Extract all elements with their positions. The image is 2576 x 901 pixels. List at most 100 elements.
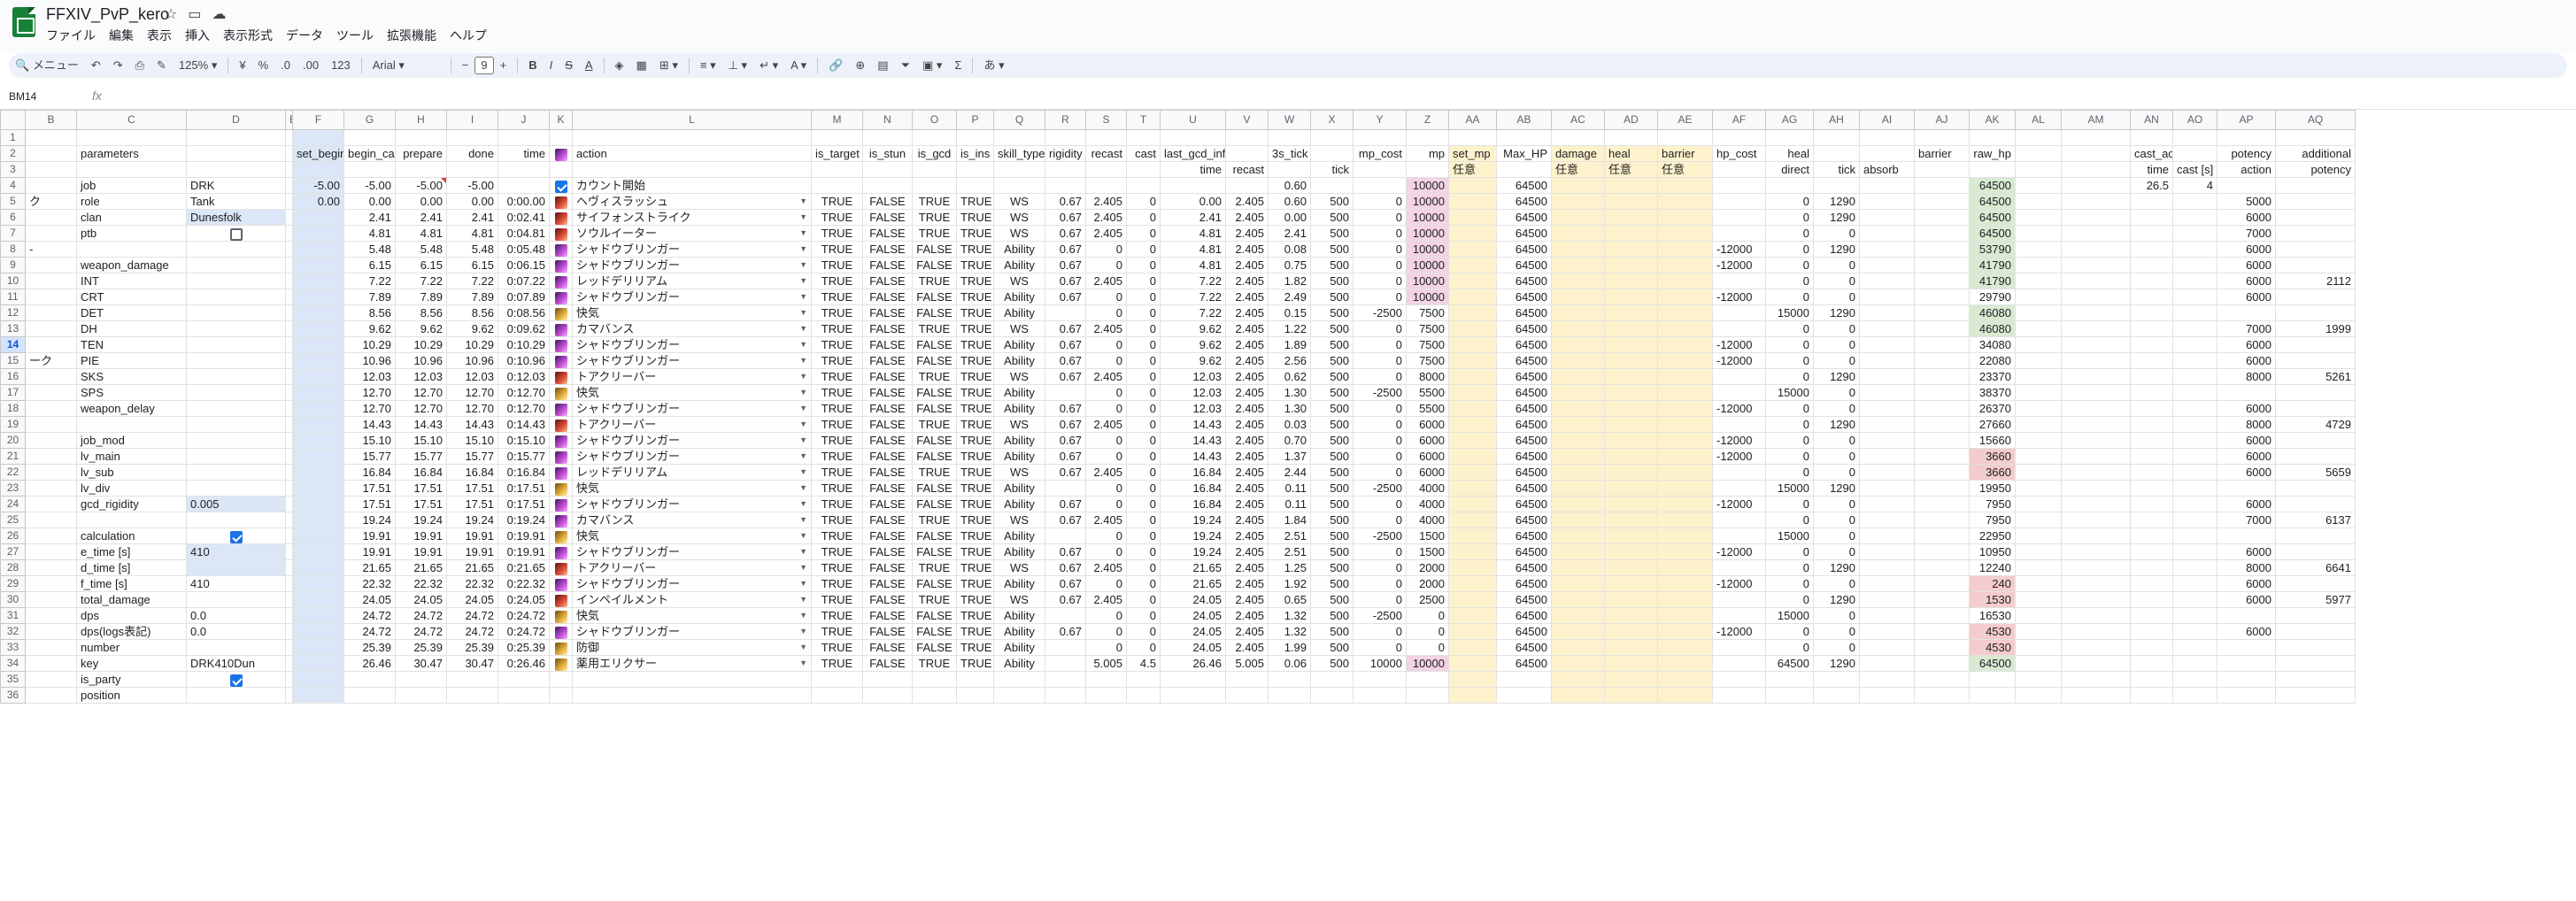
row-header-2[interactable]: 2 xyxy=(0,145,26,162)
cell-Q7[interactable]: WS xyxy=(993,225,1045,242)
paint-format-icon[interactable]: ✎ xyxy=(150,56,173,75)
cell-M28[interactable]: TRUE xyxy=(811,559,863,576)
cell-AD9[interactable] xyxy=(1604,257,1658,273)
cell-E32[interactable] xyxy=(285,623,293,640)
cell-O20[interactable]: FALSE xyxy=(912,432,957,449)
column-header-P[interactable]: P xyxy=(956,110,994,130)
row-header-26[interactable]: 26 xyxy=(0,528,26,544)
cell-AO27[interactable] xyxy=(2172,543,2217,560)
cell-AJ5[interactable] xyxy=(1914,193,1970,210)
cell-B6[interactable] xyxy=(25,209,77,226)
cell-AH2[interactable] xyxy=(1813,145,1860,162)
cell-U19[interactable]: 14.43 xyxy=(1160,416,1226,433)
cell-E24[interactable] xyxy=(285,496,293,512)
cell-AG2[interactable]: heal xyxy=(1765,145,1814,162)
cell-AM4[interactable] xyxy=(2061,177,2131,194)
cell-R32[interactable]: 0.67 xyxy=(1045,623,1086,640)
cell-J14[interactable]: 0:10.29 xyxy=(497,336,550,353)
cell-Z35[interactable] xyxy=(1406,671,1449,688)
cell-AM29[interactable] xyxy=(2061,575,2131,592)
cell-U15[interactable]: 9.62 xyxy=(1160,352,1226,369)
cell-AN5[interactable] xyxy=(2130,193,2173,210)
cell-AG29[interactable]: 0 xyxy=(1765,575,1814,592)
cell-AK23[interactable]: 19950 xyxy=(1969,480,2016,497)
chevron-down-icon[interactable]: ▼ xyxy=(799,513,807,528)
cell-K17[interactable] xyxy=(549,384,573,401)
cell-AL28[interactable] xyxy=(2015,559,2062,576)
cell-AE25[interactable] xyxy=(1657,512,1713,528)
cell-AA1[interactable] xyxy=(1448,129,1497,146)
cell-Z30[interactable]: 2500 xyxy=(1406,591,1449,608)
cell-Y31[interactable]: -2500 xyxy=(1353,607,1407,624)
cell-P6[interactable]: TRUE xyxy=(956,209,994,226)
cell-Y1[interactable] xyxy=(1353,129,1407,146)
cell-T1[interactable] xyxy=(1126,129,1161,146)
redo-icon[interactable]: ↷ xyxy=(107,56,129,75)
cell-P10[interactable]: TRUE xyxy=(956,273,994,289)
cell-G29[interactable]: 22.32 xyxy=(343,575,396,592)
cell-AK1[interactable] xyxy=(1969,129,2016,146)
cell-AI35[interactable] xyxy=(1859,671,1915,688)
cell-F15[interactable] xyxy=(292,352,344,369)
cell-M9[interactable]: TRUE xyxy=(811,257,863,273)
cell-AO8[interactable] xyxy=(2172,241,2217,258)
cell-B25[interactable] xyxy=(25,512,77,528)
cell-AF4[interactable] xyxy=(1712,177,1766,194)
cell-AF12[interactable] xyxy=(1712,304,1766,321)
cell-W3[interactable] xyxy=(1268,161,1311,178)
cell-AP9[interactable]: 6000 xyxy=(2217,257,2276,273)
cell-W24[interactable]: 0.11 xyxy=(1268,496,1311,512)
cell-Q9[interactable]: Ability xyxy=(993,257,1045,273)
cell-X9[interactable]: 500 xyxy=(1310,257,1354,273)
cell-L12[interactable]: 快気 ▼ xyxy=(572,304,812,321)
cell-AF5[interactable] xyxy=(1712,193,1766,210)
cell-AI3[interactable]: absorb xyxy=(1859,161,1915,178)
cell-D19[interactable] xyxy=(186,416,286,433)
cell-AE32[interactable] xyxy=(1657,623,1713,640)
cell-Z34[interactable]: 10000 xyxy=(1406,655,1449,672)
cell-T10[interactable]: 0 xyxy=(1126,273,1161,289)
cell-AB14[interactable]: 64500 xyxy=(1496,336,1552,353)
cell-AH20[interactable]: 0 xyxy=(1813,432,1860,449)
cell-T16[interactable]: 0 xyxy=(1126,368,1161,385)
cell-AP32[interactable]: 6000 xyxy=(2217,623,2276,640)
cell-AC36[interactable] xyxy=(1551,687,1605,704)
cell-O6[interactable]: TRUE xyxy=(912,209,957,226)
row-header-19[interactable]: 19 xyxy=(0,416,26,433)
cell-I28[interactable]: 21.65 xyxy=(446,559,498,576)
cell-AN11[interactable] xyxy=(2130,289,2173,305)
cell-AB33[interactable]: 64500 xyxy=(1496,639,1552,656)
cell-AO13[interactable] xyxy=(2172,320,2217,337)
column-header-AG[interactable]: AG xyxy=(1765,110,1814,130)
cell-T20[interactable]: 0 xyxy=(1126,432,1161,449)
column-header-F[interactable]: F xyxy=(292,110,344,130)
cell-AK34[interactable]: 64500 xyxy=(1969,655,2016,672)
cell-X19[interactable]: 500 xyxy=(1310,416,1354,433)
cell-AD5[interactable] xyxy=(1604,193,1658,210)
cell-AN9[interactable] xyxy=(2130,257,2173,273)
cell-V19[interactable]: 2.405 xyxy=(1225,416,1269,433)
cell-AB4[interactable]: 64500 xyxy=(1496,177,1552,194)
cell-AG12[interactable]: 15000 xyxy=(1765,304,1814,321)
cell-AN30[interactable] xyxy=(2130,591,2173,608)
cell-Z2[interactable]: mp xyxy=(1406,145,1449,162)
cell-G11[interactable]: 7.89 xyxy=(343,289,396,305)
cell-AG26[interactable]: 15000 xyxy=(1765,528,1814,544)
cell-AQ17[interactable] xyxy=(2275,384,2356,401)
chevron-down-icon[interactable]: ▼ xyxy=(799,625,807,639)
cell-K33[interactable] xyxy=(549,639,573,656)
cell-AO21[interactable] xyxy=(2172,448,2217,465)
select-all-corner[interactable] xyxy=(0,110,26,130)
cell-V35[interactable] xyxy=(1225,671,1269,688)
cell-G32[interactable]: 24.72 xyxy=(343,623,396,640)
cell-K21[interactable] xyxy=(549,448,573,465)
cell-AA33[interactable] xyxy=(1448,639,1497,656)
cell-AJ35[interactable] xyxy=(1914,671,1970,688)
cell-AL24[interactable] xyxy=(2015,496,2062,512)
cell-AM22[interactable] xyxy=(2061,464,2131,481)
cell-S3[interactable] xyxy=(1085,161,1127,178)
cell-Q8[interactable]: Ability xyxy=(993,241,1045,258)
cell-C1[interactable] xyxy=(76,129,187,146)
cell-AL17[interactable] xyxy=(2015,384,2062,401)
cell-AF30[interactable] xyxy=(1712,591,1766,608)
